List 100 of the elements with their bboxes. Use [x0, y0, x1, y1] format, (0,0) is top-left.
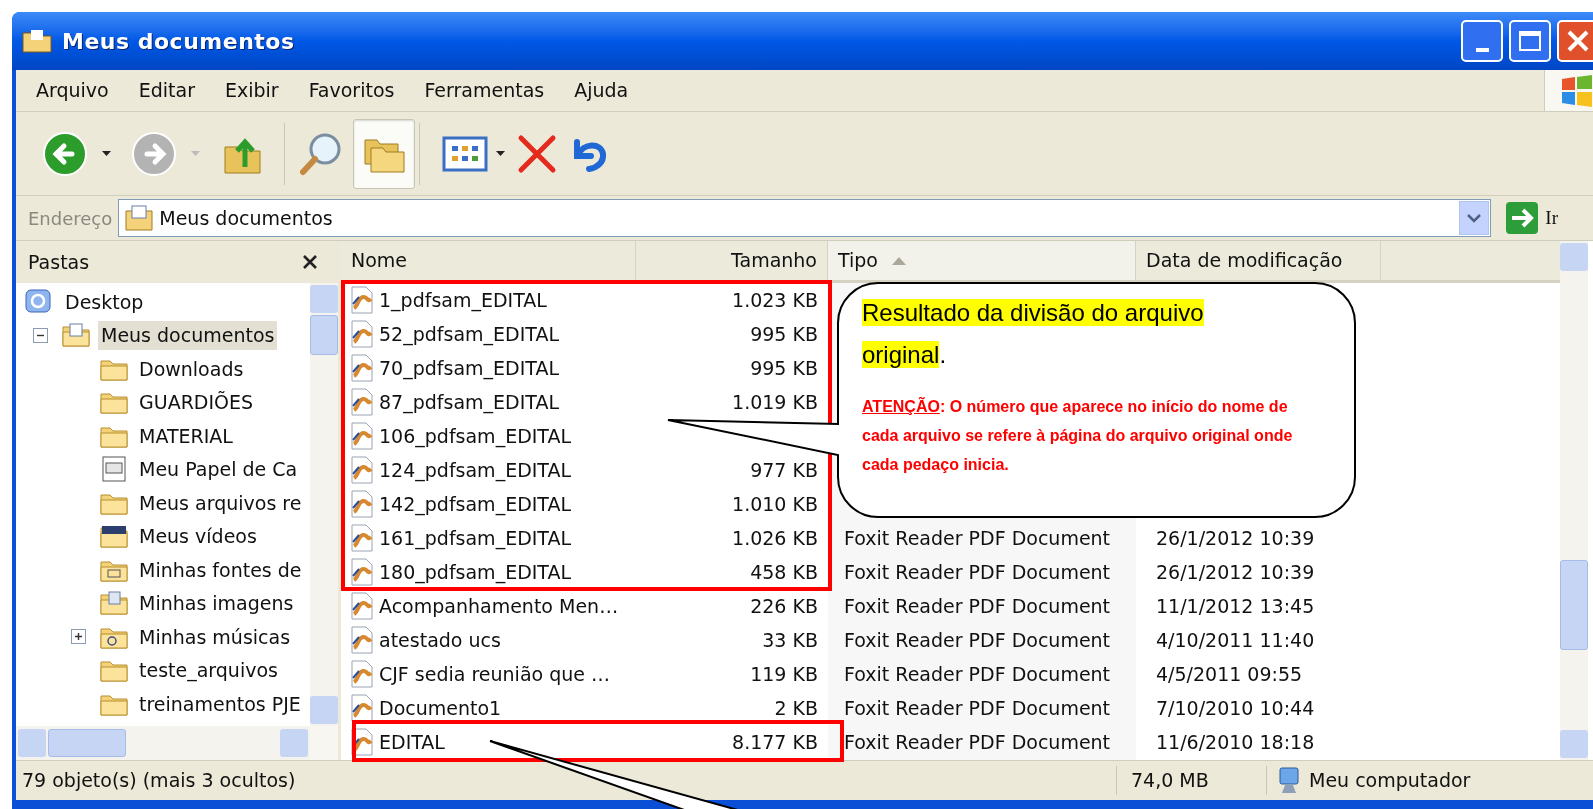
maximize-button[interactable] [1509, 20, 1551, 62]
modified-date: 4/10/2011 11:40 [1156, 628, 1315, 651]
folder-item[interactable]: Downloads [136, 354, 247, 383]
file-name[interactable]: EDITAL [379, 727, 445, 757]
status-text: 79 objeto(s) (mais 3 ocultos) [21, 768, 297, 794]
modified-date: 11/6/2010 18:18 [1156, 730, 1315, 753]
modified-date: 11/1/2012 13:45 [1156, 594, 1315, 617]
folder-item[interactable]: Meus vídeos [136, 522, 260, 551]
minimize-button[interactable] [1461, 20, 1503, 62]
close-icon [1566, 29, 1590, 53]
folder-item[interactable]: GUARDIÕES [136, 388, 257, 417]
menu-item[interactable]: Editar [138, 76, 195, 105]
file-name[interactable]: CJF sedia reunião que … [379, 659, 611, 689]
file-type: Foxit Reader PDF Document [844, 560, 1111, 583]
folders-button[interactable] [353, 118, 415, 189]
modified-date: 7/10/2010 10:44 [1156, 696, 1315, 719]
file-name[interactable]: 1_pdfsam_EDITAL [379, 285, 547, 315]
caret-icon[interactable] [102, 150, 111, 157]
modified-date: 26/1/2012 10:39 [1156, 560, 1315, 583]
window-title: Meus documentos [62, 27, 295, 56]
status-location: Meu computador [1309, 768, 1471, 794]
vertical-scrollbar[interactable] [310, 283, 338, 726]
file-name[interactable]: 161_pdfsam_EDITAL [379, 523, 572, 553]
pdf-file-icon [349, 388, 375, 416]
address-field[interactable]: Meus documentos [118, 199, 1492, 237]
column-header[interactable]: Tipo [828, 241, 1136, 280]
pdf-file-icon [349, 694, 375, 722]
vertical-scrollbar[interactable] [1560, 241, 1588, 760]
folder-item[interactable]: Meus arquivos re [136, 488, 305, 517]
folder-item[interactable]: teste_arquivos [136, 656, 281, 685]
file-name[interactable]: 87_pdfsam_EDITAL [379, 387, 559, 417]
folder-item[interactable]: MATERIAL [136, 421, 236, 450]
column-header[interactable]: Nome [341, 241, 636, 280]
file-type: Foxit Reader PDF Document [844, 696, 1111, 719]
go-button[interactable]: Ir [1505, 201, 1558, 235]
pdf-file-icon [349, 320, 375, 348]
expand-toggle[interactable] [71, 629, 86, 645]
pdf-file-icon [349, 558, 375, 586]
folder-item[interactable]: Desktop [62, 287, 147, 316]
file-type: Foxit Reader PDF Document [844, 628, 1111, 651]
folder-item[interactable]: treinamentos PJE [136, 689, 304, 718]
file-name[interactable]: 124_pdfsam_EDITAL [379, 455, 572, 485]
folder-item[interactable]: Minhas músicas [136, 622, 294, 651]
file-size: 1.010 KB [732, 491, 818, 517]
file-name[interactable]: 142_pdfsam_EDITAL [379, 489, 572, 519]
file-name[interactable]: 106_pdfsam_EDITAL [379, 421, 572, 451]
folder-icon [100, 390, 128, 415]
caret-icon[interactable] [496, 150, 505, 157]
menu-item[interactable]: Favoritos [308, 76, 395, 105]
film-folder-icon [100, 524, 128, 549]
close-button[interactable] [1557, 20, 1593, 62]
sort-arrow-icon [892, 256, 906, 265]
chevron-down-icon [1467, 213, 1482, 223]
file-size: 2 KB [774, 695, 818, 721]
file-type: Foxit Reader PDF Document [844, 662, 1111, 685]
documents-folder-icon [125, 205, 154, 231]
delete-icon [516, 132, 558, 175]
pdf-file-icon [349, 592, 375, 620]
file-type: Foxit Reader PDF Document [844, 730, 1111, 753]
folder-item[interactable]: Minhas fontes de [136, 555, 305, 584]
close-icon[interactable] [302, 254, 318, 270]
folder-item[interactable]: Meu Papel de Ca [136, 455, 301, 484]
file-size: 1.023 KB [732, 287, 818, 313]
file-name[interactable]: 70_pdfsam_EDITAL [379, 353, 559, 383]
file-name[interactable]: 52_pdfsam_EDITAL [379, 319, 559, 349]
menu-item[interactable]: Ajuda [574, 76, 629, 105]
modified-date: 4/5/2011 09:55 [1156, 662, 1303, 685]
menu-item[interactable]: Arquivo [36, 76, 109, 105]
folder-item[interactable]: Minhas imagens [136, 589, 297, 618]
horizontal-scrollbar[interactable] [16, 726, 310, 760]
picture-folder-icon [100, 591, 128, 616]
pdf-file-icon [349, 286, 375, 314]
folder-icon [22, 29, 52, 53]
collapse-toggle[interactable] [33, 327, 48, 343]
file-name[interactable]: Acompanhamento Men… [379, 591, 619, 621]
file-name[interactable]: Documento1 [379, 693, 502, 723]
menu-item[interactable]: Exibir [225, 76, 279, 105]
pdf-file-icon [349, 456, 375, 484]
file-size: 977 KB [750, 457, 818, 483]
status-size: 74,0 MB [1116, 766, 1266, 795]
file-name[interactable]: 180_pdfsam_EDITAL [379, 557, 572, 587]
file-size: 8.177 KB [732, 729, 818, 755]
folder-item[interactable]: Meus documentos [98, 321, 278, 350]
pdf-file-icon [349, 354, 375, 382]
file-size: 226 KB [750, 593, 818, 619]
pdf-file-icon [349, 524, 375, 552]
windows-logo-icon [1559, 74, 1593, 107]
file-size: 33 KB [762, 627, 818, 653]
pane-title: Pastas [28, 249, 90, 275]
file-size: 458 KB [750, 559, 818, 585]
column-header[interactable]: Data de modificação [1136, 241, 1381, 280]
menu-item[interactable]: Ferramentas [424, 76, 545, 105]
dropdown-button[interactable] [1459, 201, 1490, 235]
file-name[interactable]: atestado ucs [379, 625, 501, 655]
calendar-icon [100, 455, 128, 484]
computer-icon [1277, 766, 1301, 795]
plus-icon [74, 632, 83, 642]
folder-icon [100, 658, 128, 683]
modified-date: 26/1/2012 10:39 [1156, 526, 1315, 549]
file-type: Foxit Reader PDF Document [844, 526, 1111, 549]
